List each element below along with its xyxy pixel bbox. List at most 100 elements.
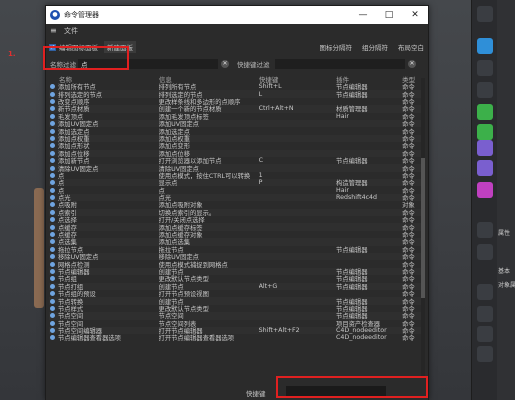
command-icon xyxy=(50,202,55,208)
clear-filter-icon[interactable]: ✕ xyxy=(221,60,229,68)
grid-icon[interactable] xyxy=(477,326,493,342)
command-icon xyxy=(50,313,55,319)
spline-icon[interactable] xyxy=(477,160,493,176)
generator-icon[interactable] xyxy=(477,104,493,120)
minimize-button[interactable]: — xyxy=(350,6,376,24)
row-name-text: 节点编辑器查看器选项 xyxy=(58,335,121,343)
command-icon xyxy=(50,328,55,334)
table-scrollbar[interactable] xyxy=(421,78,425,378)
row-shortcut: Shift+Alt+F2 xyxy=(258,327,300,335)
row-plugin: 节点编辑器 xyxy=(336,246,368,254)
title-bar[interactable]: ● 命令管理器 — □ ✕ xyxy=(46,6,428,24)
target-icon[interactable] xyxy=(477,306,493,322)
menu-file[interactable]: 文件 xyxy=(64,26,78,36)
command-icon xyxy=(50,261,55,267)
cube-icon[interactable] xyxy=(477,6,493,22)
command-icon xyxy=(50,106,55,112)
scrollbar-thumb[interactable] xyxy=(421,158,425,298)
shortcut-filter-label: 快捷键过滤 xyxy=(237,61,270,69)
attributes-title: 属性 xyxy=(498,230,511,237)
command-icon xyxy=(50,121,55,127)
command-icon xyxy=(50,84,55,90)
table-body: 添加所有节点 排列所有节点 Shift+L 节点编辑器 命令 排列选定的节点 排列选定的节点… xyxy=(49,83,421,342)
row-plugin: Hair xyxy=(336,112,349,120)
row-shortcut: 1 xyxy=(258,171,263,179)
tool-palette xyxy=(471,0,497,400)
sphere-icon[interactable] xyxy=(477,284,493,300)
close-button[interactable]: ✕ xyxy=(402,6,428,24)
command-icon xyxy=(50,113,55,119)
deformer-icon[interactable] xyxy=(477,140,493,156)
edit-icon[interactable] xyxy=(477,346,493,362)
command-icon xyxy=(50,283,55,289)
layout-space-button[interactable]: 布局空白 xyxy=(398,42,424,52)
effector-icon[interactable] xyxy=(477,182,493,198)
hamburger-menu-icon[interactable]: ≡ xyxy=(50,27,58,35)
command-icon xyxy=(50,158,55,164)
attributes-panel: 属性 基本 对象属 xyxy=(497,0,515,400)
command-icon xyxy=(50,276,55,282)
command-icon xyxy=(50,91,55,97)
row-shortcut: Ctrl+Alt+N xyxy=(258,105,294,113)
command-icon xyxy=(50,239,55,245)
character-model xyxy=(34,188,44,308)
row-info: 打开节点编辑器查看器选项 xyxy=(158,335,235,343)
table-row[interactable]: 节点编辑器查看器选项 打开节点编辑器查看器选项 C4D_nodeeditor 命令 xyxy=(49,333,421,343)
command-icon xyxy=(50,180,55,186)
command-icon xyxy=(50,335,55,341)
pen-icon[interactable] xyxy=(477,82,493,98)
command-icon xyxy=(50,232,55,238)
command-icon xyxy=(50,224,55,230)
shortcut-highlight-box xyxy=(276,376,428,398)
row-shortcut: Shift+L xyxy=(258,83,282,91)
camera-icon[interactable] xyxy=(477,222,493,238)
object-tab[interactable]: 对象属 xyxy=(498,280,515,289)
shortcut-filter-input[interactable] xyxy=(275,59,405,69)
clear-shortcut-filter-icon[interactable]: ✕ xyxy=(408,60,416,68)
primitive-cube-icon[interactable] xyxy=(477,38,493,54)
row-shortcut: Alt+G xyxy=(258,282,278,290)
cinema4d-icon: ● xyxy=(50,10,60,20)
text-icon[interactable] xyxy=(477,60,493,76)
command-icon xyxy=(50,128,55,134)
maximize-button[interactable]: □ xyxy=(376,6,402,24)
command-icon xyxy=(50,254,55,260)
row-shortcut: P xyxy=(258,179,263,187)
command-icon xyxy=(50,143,55,149)
command-icon xyxy=(50,305,55,311)
shortcut-label: 快捷键 xyxy=(246,390,266,398)
row-plugin: Redshift4c4d xyxy=(336,194,378,202)
basic-tab[interactable]: 基本 xyxy=(498,266,510,275)
row-plugin: C4D_nodeeditor xyxy=(336,327,387,335)
command-icon xyxy=(50,150,55,156)
light-icon[interactable] xyxy=(477,244,493,260)
command-icon xyxy=(50,217,55,223)
command-icon xyxy=(50,209,55,215)
command-table: 名称 信息 快捷键 插件 类型 添加所有节点 排列所有节点 Shift+L 节点编辑器… xyxy=(49,75,421,385)
row-shortcut: C xyxy=(258,157,263,165)
command-icon xyxy=(50,135,55,141)
row-plugin: Hair xyxy=(336,186,349,194)
command-icon xyxy=(50,172,55,178)
command-icon xyxy=(50,298,55,304)
row-name: 节点编辑器查看器选项 xyxy=(49,333,159,342)
menu-bar: ≡ 文件 xyxy=(46,24,428,38)
command-icon xyxy=(50,98,55,104)
command-icon xyxy=(50,268,55,274)
command-icon xyxy=(50,291,55,297)
group-separator-button[interactable]: 组分隔符 xyxy=(362,42,388,52)
row-type: 命令 xyxy=(402,335,415,343)
row-plugin: 节点编辑器 xyxy=(336,91,368,99)
gear-icon[interactable] xyxy=(477,124,493,140)
row-plugin: 节点编辑器 xyxy=(336,158,368,166)
row-plugin: C4D_nodeeditor xyxy=(336,334,387,342)
command-icon xyxy=(50,320,55,326)
icon-separator-button[interactable]: 图标分隔符 xyxy=(320,42,353,52)
command-icon xyxy=(50,187,55,193)
row-plugin: 节点编辑器 xyxy=(336,283,368,291)
row-shortcut: L xyxy=(258,90,263,98)
command-icon xyxy=(50,195,55,201)
command-icon xyxy=(50,246,55,252)
dialog-title: 命令管理器 xyxy=(64,11,99,19)
command-icon xyxy=(50,165,55,171)
